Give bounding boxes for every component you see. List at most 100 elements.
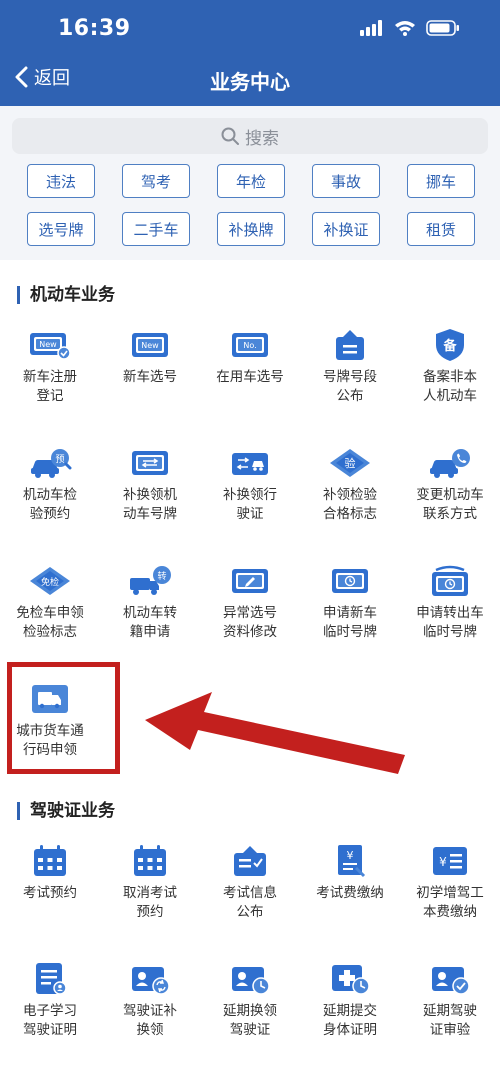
service-item[interactable]: 号牌号段 公布 [300, 318, 400, 436]
chip-zulin[interactable]: 租赁 [407, 212, 475, 246]
study-proof-icon [28, 962, 72, 996]
svg-text:验: 验 [345, 456, 356, 470]
quick-chips: 违法 驾考 年检 事故 挪车 选号牌 二手车 补换牌 补换证 租赁 [27, 164, 475, 246]
service-item[interactable]: 申请转出车 临时号牌 [400, 554, 500, 672]
service-label: 在用车选号 [216, 369, 284, 385]
svg-text:¥: ¥ [439, 855, 447, 869]
red-arrow-annotation [145, 692, 405, 774]
battery-icon [426, 20, 459, 36]
service-item[interactable]: 验 补领检验 合格标志 [300, 436, 400, 554]
service-label: 考试预约 [23, 885, 77, 901]
service-item[interactable]: 备 备案非本 人机动车 [400, 318, 500, 436]
service-item[interactable]: 预 机动车检 验预约 [0, 436, 100, 554]
license-delay-icon [228, 962, 272, 996]
service-item[interactable]: New 新车注册 登记 [0, 318, 100, 436]
wifi-icon [395, 21, 415, 36]
service-item[interactable]: 补换领行 驶证 [200, 436, 300, 554]
service-item[interactable]: 转 机动车转 籍申请 [100, 554, 200, 672]
highlight-box [7, 662, 120, 774]
edit-plate-icon [228, 564, 272, 598]
search-input[interactable]: 搜索 [12, 118, 488, 154]
service-label: 考试信息 公布 [223, 885, 277, 920]
service-item[interactable]: 异常选号 资料修改 [200, 554, 300, 672]
service-item[interactable]: 取消考试 预约 [100, 834, 200, 952]
status-bar: 16:39 [0, 0, 500, 56]
calendar-cancel-icon [128, 844, 172, 878]
service-label: 取消考试 预约 [123, 885, 177, 920]
record-shield-icon: 备 [428, 328, 472, 362]
license-service-grid: 考试预约 取消考试 预约 考试信息 公布 ¥ 考试费缴纳 ¥ 初学增驾工 本费缴… [0, 834, 500, 1070]
svg-text:预: 预 [55, 454, 64, 465]
service-item[interactable]: New 新车选号 [100, 318, 200, 436]
service-item[interactable]: 电子学习 驾驶证明 [0, 952, 100, 1070]
service-item[interactable]: 免检 免检车申领 检验标志 [0, 554, 100, 672]
temp-plate-icon [328, 564, 372, 598]
plate-exchange-icon [128, 446, 172, 480]
page-title: 业务中心 [210, 70, 290, 94]
section-title-license: 驾驶证业务 [17, 802, 115, 820]
service-item[interactable]: 考试信息 公布 [200, 834, 300, 952]
chip-shigu[interactable]: 事故 [312, 164, 380, 198]
status-time: 16:39 [58, 16, 131, 41]
service-label: 申请转出车 临时号牌 [416, 605, 484, 640]
service-label: 异常选号 资料修改 [223, 605, 277, 640]
service-label: 变更机动车 联系方式 [416, 487, 484, 522]
service-item[interactable]: 变更机动车 联系方式 [400, 436, 500, 554]
svg-text:免检: 免检 [41, 576, 59, 588]
chip-buhuanzheng[interactable]: 补换证 [312, 212, 380, 246]
car-inspection-booking-icon: 预 [28, 446, 72, 480]
service-item[interactable]: ¥ 考试费缴纳 [300, 834, 400, 952]
exempt-mark-icon: 免检 [28, 564, 72, 598]
exam-fee-icon: ¥ [328, 844, 372, 878]
car-transfer-icon: 转 [128, 564, 172, 598]
service-label: 新车注册 登记 [23, 369, 77, 404]
svg-text:New: New [141, 341, 159, 350]
service-label: 驾驶证补 换领 [123, 1003, 177, 1038]
quick-area: 搜索 违法 驾考 年检 事故 挪车 选号牌 二手车 补换牌 补换证 租赁 [0, 106, 500, 260]
service-item[interactable]: 考试预约 [0, 834, 100, 952]
svg-text:No.: No. [243, 341, 256, 350]
section-title-vehicle: 机动车业务 [17, 286, 115, 304]
service-label: 延期换领 驾驶证 [223, 1003, 277, 1038]
service-label: 电子学习 驾驶证明 [23, 1003, 77, 1038]
service-label: 初学增驾工 本费缴纳 [416, 885, 484, 920]
svg-text:New: New [39, 340, 57, 349]
svg-text:转: 转 [157, 570, 166, 582]
new-plate-icon: New [128, 328, 172, 362]
status-icons [360, 20, 460, 36]
license-refresh-icon [128, 962, 172, 996]
service-label: 延期驾驶 证审验 [423, 1003, 477, 1038]
svg-text:备: 备 [442, 338, 457, 354]
health-delay-icon [328, 962, 372, 996]
service-label: 补领检验 合格标志 [323, 487, 377, 522]
service-label: 申请新车 临时号牌 [323, 605, 377, 640]
chip-ershouche[interactable]: 二手车 [122, 212, 190, 246]
service-item[interactable]: ¥ 初学增驾工 本费缴纳 [400, 834, 500, 952]
chip-jiakao[interactable]: 驾考 [122, 164, 190, 198]
plate-notice-icon [328, 328, 372, 362]
chip-nianjian[interactable]: 年检 [217, 164, 285, 198]
fee-list-icon: ¥ [428, 844, 472, 878]
service-item[interactable]: 延期驾驶 证审验 [400, 952, 500, 1070]
service-item[interactable]: 申请新车 临时号牌 [300, 554, 400, 672]
no-plate-icon: No. [228, 328, 272, 362]
calendar-icon [28, 844, 72, 878]
service-label: 机动车检 验预约 [23, 487, 77, 522]
chip-weifa[interactable]: 违法 [27, 164, 95, 198]
app-header: 16:39 返回 业务中心 [0, 0, 500, 110]
chip-nuoche[interactable]: 挪车 [407, 164, 475, 198]
license-audit-icon [428, 962, 472, 996]
search-placeholder: 搜索 [245, 128, 279, 149]
service-label: 免检车申领 检验标志 [16, 605, 84, 640]
new-plate-check-icon: New [28, 328, 72, 362]
nav-bar: 返回 业务中心 [0, 56, 500, 106]
service-label: 备案非本 人机动车 [423, 369, 477, 404]
chip-buhuanpai[interactable]: 补换牌 [217, 212, 285, 246]
service-item[interactable]: 延期提交 身体证明 [300, 952, 400, 1070]
chip-xuanhaopai[interactable]: 选号牌 [27, 212, 95, 246]
temp-plate-out-icon [428, 564, 472, 598]
service-item[interactable]: 补换领机 动车号牌 [100, 436, 200, 554]
service-item[interactable]: 延期换领 驾驶证 [200, 952, 300, 1070]
service-item[interactable]: 驾驶证补 换领 [100, 952, 200, 1070]
service-item[interactable]: No. 在用车选号 [200, 318, 300, 436]
